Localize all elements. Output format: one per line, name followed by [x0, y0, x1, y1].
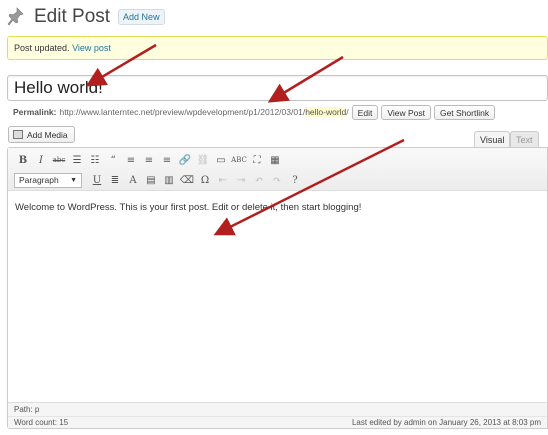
page-title: Edit Post [34, 6, 111, 27]
media-icon [13, 130, 23, 139]
permalink-trailing: / [346, 107, 349, 117]
align-center-icon[interactable]: ≡ [140, 152, 158, 168]
status-bar: Word count: 15 Last edited by admin on J… [8, 416, 547, 428]
permalink-slug[interactable]: hello-world [305, 107, 347, 117]
post-title-input[interactable]: Hello world! [7, 75, 548, 101]
toolbar-row-1: B Iabc ☰ ☷ “≡ ≡ ≡ 🔗 ⛓ ▭ ABC ⛶ ▦ [14, 151, 284, 169]
special-character-icon[interactable]: Ω [196, 172, 214, 188]
view-post-link[interactable]: View post [72, 43, 111, 53]
pushpin-icon [6, 6, 26, 28]
toolbar-row-2: Paragraph ▼ U ≣ A ▤ ▥ ⌫ Ω ⇤ ⇥ ↶ ↷? [14, 171, 304, 189]
add-media-label: Add Media [27, 129, 68, 140]
chevron-down-icon: ▼ [70, 176, 77, 184]
permalink-row: Permalink: http://www.lanterntec.net/pre… [13, 104, 496, 120]
notice-text: Post updated. [14, 43, 70, 53]
bulleted-list-icon[interactable]: ☰ [68, 152, 86, 168]
post-editor: B Iabc ☰ ☷ “≡ ≡ ≡ 🔗 ⛓ ▭ ABC ⛶ ▦ Paragraph ▼ U ≣ A ▤ ▥ ⌫ Ω ⇤… [7, 147, 548, 429]
undo-icon[interactable]: ↶ [250, 172, 268, 188]
editor-content[interactable]: Welcome to WordPress. This is your first… [8, 192, 547, 402]
numbered-list-icon[interactable]: ☷ [86, 152, 104, 168]
add-new-button[interactable]: Add New [118, 9, 165, 25]
last-edited: Last edited by admin on January 26, 2013… [351, 418, 541, 427]
justify-icon[interactable]: ≣ [106, 172, 124, 188]
path-bar: Path: p [8, 402, 547, 416]
tab-text[interactable]: Text [510, 131, 539, 148]
insert-link-icon[interactable]: 🔗 [176, 152, 194, 168]
kitchen-sink-icon[interactable]: ▦ [266, 152, 284, 168]
format-select[interactable]: Paragraph ▼ [14, 172, 82, 188]
text-color-icon[interactable]: A [124, 172, 142, 188]
view-post-button[interactable]: View Post [381, 104, 431, 120]
permalink-base-url: http://www.lanterntec.net/preview/wpdeve… [59, 107, 306, 117]
edit-permalink-button[interactable]: Edit [351, 104, 379, 120]
redo-icon[interactable]: ↷ [268, 172, 286, 188]
word-count: Word count: 15 [14, 418, 69, 427]
paste-text-icon[interactable]: ▤ [142, 172, 160, 188]
italic-icon[interactable]: I [32, 152, 50, 168]
indent-icon[interactable]: ⇥ [232, 172, 250, 188]
outdent-icon[interactable]: ⇤ [214, 172, 232, 188]
page-header: Edit Post Add New [6, 4, 165, 30]
help-icon[interactable]: ? [286, 172, 304, 188]
align-left-icon[interactable]: ≡ [122, 152, 140, 168]
get-shortlink-button[interactable]: Get Shortlink [433, 104, 496, 120]
format-select-value: Paragraph [19, 175, 59, 185]
bold-icon[interactable]: B [14, 152, 32, 168]
align-right-icon[interactable]: ≡ [158, 152, 176, 168]
insert-more-icon[interactable]: ▭ [212, 152, 230, 168]
editor-toolbar: B Iabc ☰ ☷ “≡ ≡ ≡ 🔗 ⛓ ▭ ABC ⛶ ▦ Paragraph ▼ U ≣ A ▤ ▥ ⌫ Ω ⇤… [8, 148, 547, 191]
permalink-label: Permalink: [13, 107, 57, 117]
strikethrough-icon[interactable]: abc [50, 152, 68, 168]
blockquote-icon[interactable]: “ [104, 152, 122, 168]
underline-icon[interactable]: U [88, 172, 106, 188]
spellcheck-icon[interactable]: ABC [230, 152, 248, 168]
paste-word-icon[interactable]: ▥ [160, 172, 178, 188]
unlink-icon[interactable]: ⛓ [194, 152, 212, 168]
add-media-button[interactable]: Add Media [8, 126, 75, 143]
clear-formatting-icon[interactable]: ⌫ [178, 172, 196, 188]
fullscreen-icon[interactable]: ⛶ [248, 152, 266, 168]
update-notice: Post updated. View post [7, 36, 548, 60]
tab-visual[interactable]: Visual [474, 131, 511, 148]
